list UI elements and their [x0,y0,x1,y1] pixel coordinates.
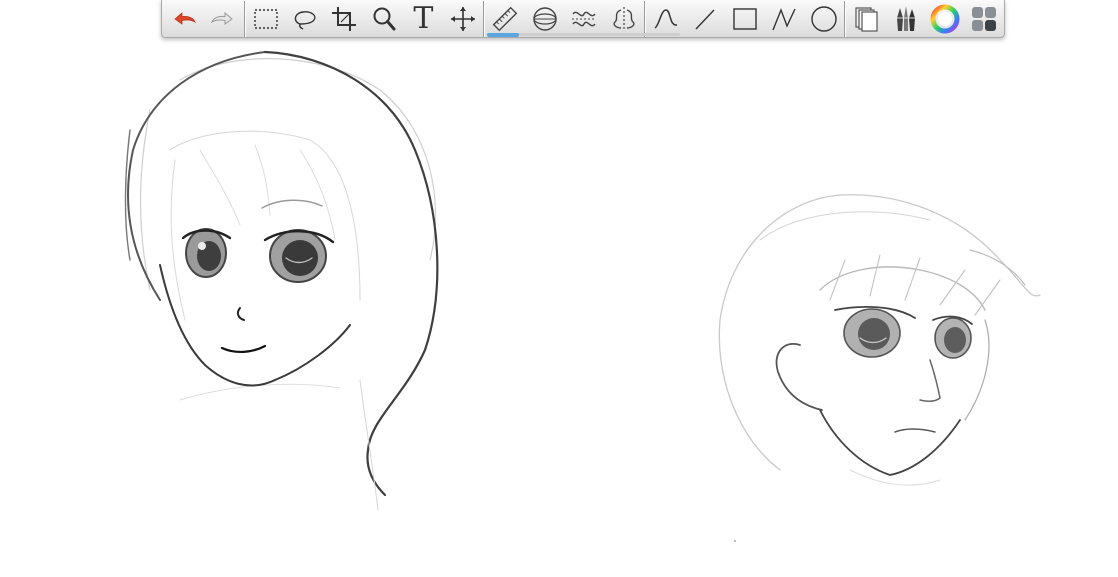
undo-button[interactable] [164,1,203,37]
redo-button[interactable] [203,1,242,37]
rectangle-shape-button[interactable] [725,1,764,37]
ellipse-guide-button[interactable] [525,1,564,37]
polyline-button[interactable] [765,1,804,37]
crop-button[interactable] [325,1,364,37]
freehand-stroke-button[interactable] [646,1,685,37]
move-button[interactable] [443,1,482,37]
straight-line-button[interactable] [686,1,725,37]
toolbar-divider [844,0,846,37]
ruler-icon [492,6,518,31]
text-icon: T [413,0,434,36]
brush-presets-button[interactable] [965,1,1004,37]
brush-presets-icon [972,6,997,31]
crop-icon [332,6,357,31]
toolbar-divider [243,0,245,37]
circle-shape-button[interactable] [804,1,843,37]
layers-button[interactable] [846,1,885,37]
layers-icon [855,6,878,32]
move-icon [450,6,475,31]
drawing-canvas[interactable] [0,0,1118,577]
toolbar-divider [644,0,646,37]
sketch-boy-portrait [718,194,1041,486]
symmetry-button[interactable] [604,1,643,37]
perspective-guide-icon [572,11,597,26]
toolbar-divider [483,0,485,37]
ellipse-guide-icon [532,6,557,31]
straight-line-icon [695,9,715,29]
lasso-select-button[interactable] [285,1,324,37]
canvas-speck [734,540,736,542]
lasso-select-icon [294,10,316,30]
symmetry-icon [612,6,635,31]
brushes-button[interactable] [886,1,925,37]
circle-shape-icon [810,5,837,32]
active-tool-indicator [487,33,519,37]
freehand-stroke-icon [654,8,678,29]
color-wheel-icon [930,4,960,33]
ruler-button[interactable] [485,1,524,37]
rectangle-select-icon [253,8,278,29]
undo-icon [174,11,196,25]
brushes-icon [896,5,915,31]
color-wheel-button[interactable] [925,1,964,37]
zoom-button[interactable] [364,1,403,37]
text-tool-button[interactable]: T [404,1,443,37]
zoom-icon [373,7,396,30]
redo-icon [211,11,233,25]
rectangle-shape-icon [733,7,757,30]
perspective-guide-button[interactable] [564,1,603,37]
polyline-icon [772,7,796,30]
rectangle-select-button[interactable] [246,1,285,37]
sketch-girl-portrait [124,50,439,511]
